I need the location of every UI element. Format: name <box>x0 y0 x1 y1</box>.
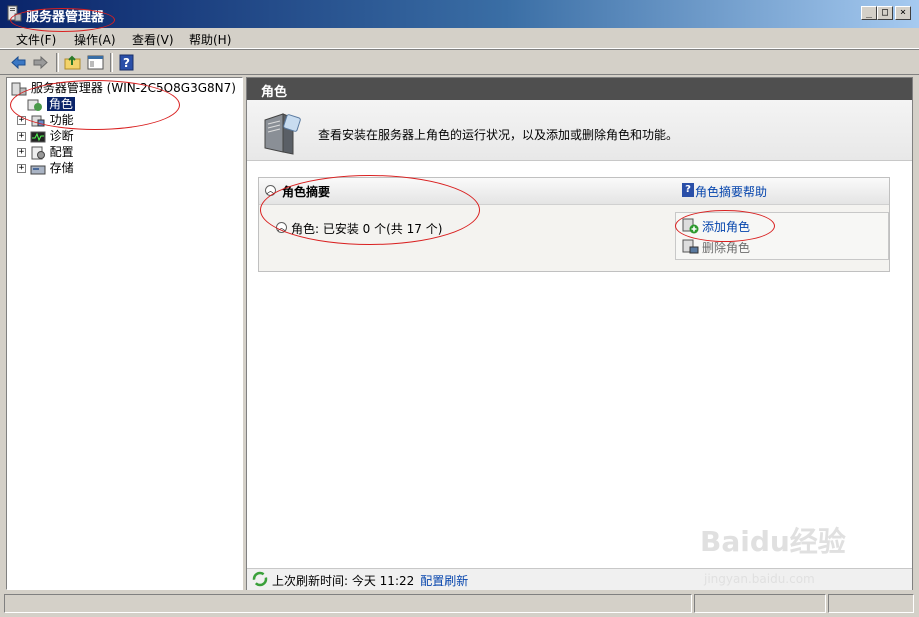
annotation-ellipse <box>10 8 115 32</box>
main-pane: 角色 查看安装在服务器上角色的运行状况，以及添加或删除角色和功能。 ︿ 角色摘要… <box>246 77 913 590</box>
watermark-url: jingyan.baidu.com <box>704 572 815 586</box>
maximize-button[interactable]: □ <box>877 6 893 20</box>
show-hide-console-tree-icon[interactable] <box>86 53 105 72</box>
status-panel <box>4 594 692 613</box>
tree-item-storage[interactable]: + 存储 <box>17 160 74 176</box>
menu-file[interactable]: 文件(F) <box>16 31 56 48</box>
menu-help[interactable]: 帮助(H) <box>189 31 231 48</box>
storage-icon <box>30 165 46 174</box>
intro-banner: 查看安装在服务器上角色的运行状况，以及添加或删除角色和功能。 <box>247 100 912 161</box>
menu-view[interactable]: 查看(V) <box>132 31 174 48</box>
refresh-icon <box>252 571 268 587</box>
help-book-icon: ? <box>682 183 694 197</box>
baidu-watermark: Baidu经验 <box>700 525 846 558</box>
up-folder-icon[interactable] <box>63 53 82 72</box>
help-icon[interactable]: ? <box>117 53 136 72</box>
annotation-ellipse <box>260 175 480 245</box>
menu-action[interactable]: 操作(A) <box>74 31 116 48</box>
back-arrow-icon[interactable] <box>9 53 28 72</box>
roles-summary-help-link[interactable]: 角色摘要帮助 <box>695 183 767 200</box>
title-bar[interactable]: 服务器管理器 _ □ × <box>0 0 919 28</box>
intro-text: 查看安装在服务器上角色的运行状况，以及添加或删除角色和功能。 <box>318 128 679 142</box>
server-roles-icon <box>264 113 301 155</box>
tree-item-label: 存储 <box>49 161 74 175</box>
expand-icon[interactable]: + <box>17 132 26 141</box>
diagnostics-icon <box>30 131 46 142</box>
page-title: 角色 <box>261 85 288 100</box>
configure-refresh-link[interactable]: 配置刷新 <box>420 574 468 588</box>
close-button[interactable]: × <box>895 6 911 20</box>
refresh-status: 上次刷新时间: 今天 11:22 配置刷新 <box>272 572 468 589</box>
minimize-button[interactable]: _ <box>861 6 877 20</box>
menu-bar: 文件(F) 操作(A) 查看(V) 帮助(H) <box>0 28 919 49</box>
last-refresh-text: 上次刷新时间: 今天 11:22 <box>272 574 415 588</box>
console-tree[interactable]: 服务器管理器 (WIN-2C5O8G3G8N7) 角色 + 功能 + 诊断 + … <box>6 77 243 590</box>
pane-header: 角色 <box>247 78 912 100</box>
tree-item-label: 配置 <box>49 145 74 159</box>
expand-icon[interactable]: + <box>17 148 26 157</box>
svg-text:?: ? <box>123 56 130 70</box>
forward-arrow-icon[interactable] <box>31 53 50 72</box>
configuration-icon <box>31 146 45 159</box>
toolbar: ? <box>0 49 919 75</box>
tree-item-diagnostics[interactable]: + 诊断 <box>17 128 74 144</box>
tree-item-configuration[interactable]: + 配置 <box>17 144 74 160</box>
toolbar-separator <box>56 53 59 72</box>
remove-role-icon <box>682 239 699 254</box>
toolbar-separator <box>110 53 113 72</box>
annotation-ellipse <box>675 210 775 242</box>
annotation-ellipse <box>10 80 180 130</box>
expand-icon[interactable]: + <box>17 164 26 173</box>
tree-item-label: 诊断 <box>49 129 74 143</box>
